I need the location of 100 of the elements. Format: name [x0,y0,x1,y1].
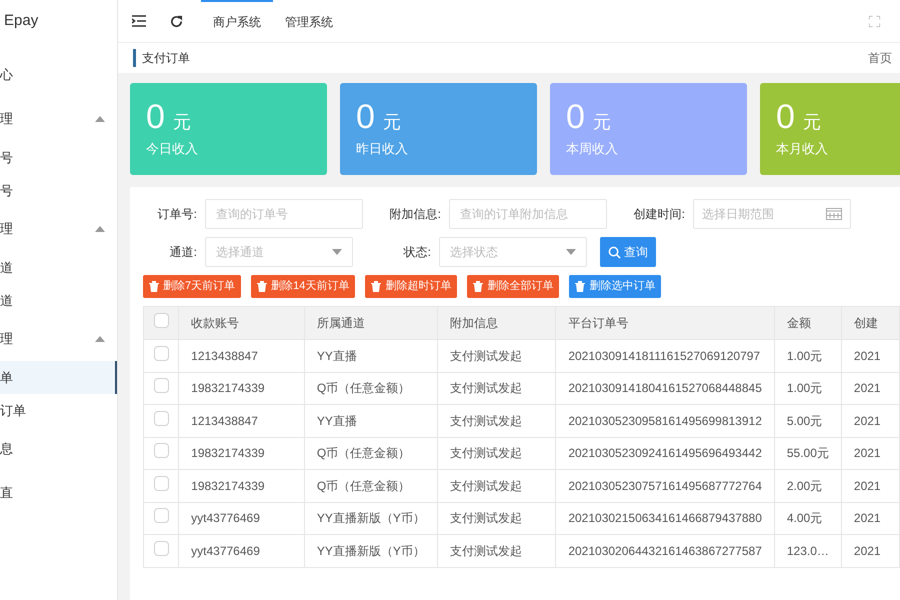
table-cell: 19832174339 [178,372,304,404]
stat-label: 昨日收入 [356,140,409,158]
header-cell: 金额 [774,306,842,340]
checkbox[interactable] [154,508,169,524]
caret-up-icon [95,226,105,232]
table-cell: 2.00元 [774,470,842,502]
sidebar-item-label: 号 [0,182,13,200]
sidebar-item[interactable]: 道 [0,284,117,317]
sidebar-item-label: 号 [0,148,13,167]
caret-down-icon [566,249,576,255]
table-cell: 5.00元 [774,404,842,437]
table-cell: 1.00元 [774,340,842,372]
sidebar-item-label: 订单 [0,402,26,420]
sidebar-item[interactable]: 单 [0,361,117,394]
table-cell: 2021 [841,470,900,502]
sidebar-item-label: 直 [0,484,13,502]
sidebar-item-label: 理 [0,330,13,348]
table-cell: yyt43776469 [178,534,304,567]
stat-unit: 元 [592,111,611,134]
sidebar-item-label: 息 [0,440,13,458]
table-cell: 支付测试发起 [437,534,556,567]
refresh-icon[interactable] [170,14,183,28]
sidebar-item[interactable]: 直 [0,471,117,515]
table-cell: 支付测试发起 [437,404,556,437]
text-field[interactable]: 查询的订单附加信息 [449,199,607,229]
stat-unit: 元 [802,111,821,134]
table-cell: YY直播 [304,404,438,437]
sidebar-item-label: 道 [0,292,13,310]
fullscreen-icon[interactable] [869,16,880,26]
table-cell: Q币（任意金额） [304,437,438,470]
table-cell: 4.00元 [774,502,842,534]
stat-label: 今日收入 [146,140,199,158]
sidebar-item[interactable]: 理 [0,317,117,361]
table-cell: 20210305230757161495687772764 [556,470,774,502]
checkbox[interactable] [154,540,169,556]
table-cell: Q币（任意金额） [304,470,438,502]
checkbox[interactable] [154,443,169,458]
stat-label: 本月收入 [776,140,829,158]
table-cell: YY直播新版（Y币） [304,534,438,567]
sidebar-item-label: 理 [0,220,13,238]
nav-tab[interactable]: 管理系统 [273,0,345,42]
home-link[interactable]: 首页 [868,49,892,67]
table-cell: 19832174339 [178,437,304,470]
header-cell: 平台订单号 [556,306,774,340]
sidebar-item[interactable]: 心 [0,53,117,97]
table-cell: 2021 [841,534,900,567]
trash-icon [149,281,159,292]
table-cell: 2021 [841,404,900,437]
caret-up-icon [95,336,105,342]
sidebar-item[interactable]: 理 [0,97,117,141]
caret-up-icon [95,116,105,122]
table-cell: 2021 [841,340,900,372]
checkbox[interactable] [154,313,169,328]
table-cell: 2021 [841,502,900,534]
header-cell: 创建 [841,306,900,340]
table-cell: 1213438847 [178,404,304,437]
trash-icon [575,281,586,292]
search-icon [608,246,621,258]
page-title: 支付订单 [133,49,190,67]
sidebar-item[interactable]: 号 [0,141,117,174]
stat-value: 0 [566,97,585,137]
trash-icon [257,281,268,292]
stat-value: 0 [776,97,795,137]
table-cell: 20210305230958161495699813912 [556,404,774,437]
sidebar-item-label: 单 [0,368,13,387]
filter-label: 订单号: [156,206,198,223]
checkbox[interactable] [154,378,169,394]
sidebar-item-label: 道 [0,258,13,277]
caret-down-icon [332,249,342,255]
checkbox[interactable] [154,476,169,491]
brand-name: Epay [4,10,38,31]
table-cell: 55.00元 [774,437,842,470]
sidebar-item[interactable]: 道 [0,251,117,284]
table-cell: 支付测试发起 [437,372,556,404]
checkbox[interactable] [154,346,169,361]
table-cell: yyt43776469 [178,502,304,534]
sidebar-item-label: 理 [0,110,13,128]
filter-label: 状态: [402,244,432,261]
table-cell: 1213438847 [178,340,304,372]
trash-icon [473,281,484,292]
sidebar-item[interactable]: 理 [0,207,117,251]
filter-label: 附加信息: [388,206,442,223]
sidebar-item[interactable]: 订单 [0,394,117,427]
calendar-icon [826,208,842,220]
table-cell: 支付测试发起 [437,502,556,534]
stat-value: 0 [356,97,375,137]
sidebar-item[interactable]: 息 [0,427,117,471]
table-cell: YY直播新版（Y币） [304,502,438,534]
table-cell: YY直播 [304,340,438,372]
sidebar-item[interactable]: 号 [0,174,117,207]
text-field[interactable]: 查询的订单号 [205,199,363,229]
sidebar-item-label: 心 [0,66,13,84]
table-cell: 1.00元 [774,372,842,404]
trash-icon [371,281,382,292]
table-cell: 20210302064432161463867277587 [556,534,774,567]
table-cell: 123.0… [774,534,842,567]
checkbox[interactable] [154,410,169,426]
menu-icon[interactable] [132,15,146,27]
header-cell: 收款账号 [178,306,304,340]
stat-unit: 元 [172,111,191,134]
